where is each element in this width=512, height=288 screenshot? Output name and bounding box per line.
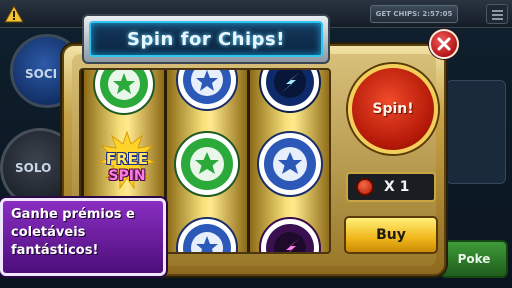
- side-panel: [446, 80, 506, 184]
- green-chip-icon: [174, 131, 240, 197]
- get-chips-button[interactable]: GET CHIPS: 2:57:05: [370, 5, 458, 23]
- buy-button[interactable]: Buy: [344, 216, 438, 254]
- blue-chip-icon: [176, 70, 238, 111]
- dialog-title-banner: Spin for Chips!: [82, 14, 330, 64]
- warning-icon[interactable]: [4, 4, 24, 24]
- close-button[interactable]: [429, 29, 459, 59]
- reel-2: [167, 70, 247, 252]
- red-dot-icon: [356, 178, 374, 196]
- buy-button-label: Buy: [376, 227, 406, 243]
- dialog-title: Spin for Chips!: [127, 28, 285, 50]
- title-frame: Spin for Chips!: [89, 21, 323, 57]
- blue-chip-icon: [257, 131, 323, 197]
- multiplier-label: X 1: [384, 179, 410, 195]
- promo-text: Ganhe prémios e coletáveis fantásticos!: [11, 207, 135, 258]
- reel-3: [250, 70, 329, 252]
- poke-button[interactable]: Poke: [440, 240, 508, 278]
- spin-button-label: Spin!: [372, 101, 414, 117]
- close-icon: [437, 37, 451, 51]
- blue-lightning-chip-icon: [259, 70, 321, 113]
- solo-label: SOLO: [15, 161, 52, 175]
- spin-button[interactable]: Spin!: [348, 64, 438, 154]
- blue-chip-icon: [176, 217, 238, 252]
- bet-multiplier-button[interactable]: X 1: [346, 172, 436, 202]
- social-label: SOCI: [25, 67, 58, 81]
- menu-icon[interactable]: [486, 4, 508, 24]
- purple-lightning-chip-icon: [259, 217, 321, 252]
- promo-banner: Ganhe prémios e coletáveis fantásticos!: [0, 198, 166, 276]
